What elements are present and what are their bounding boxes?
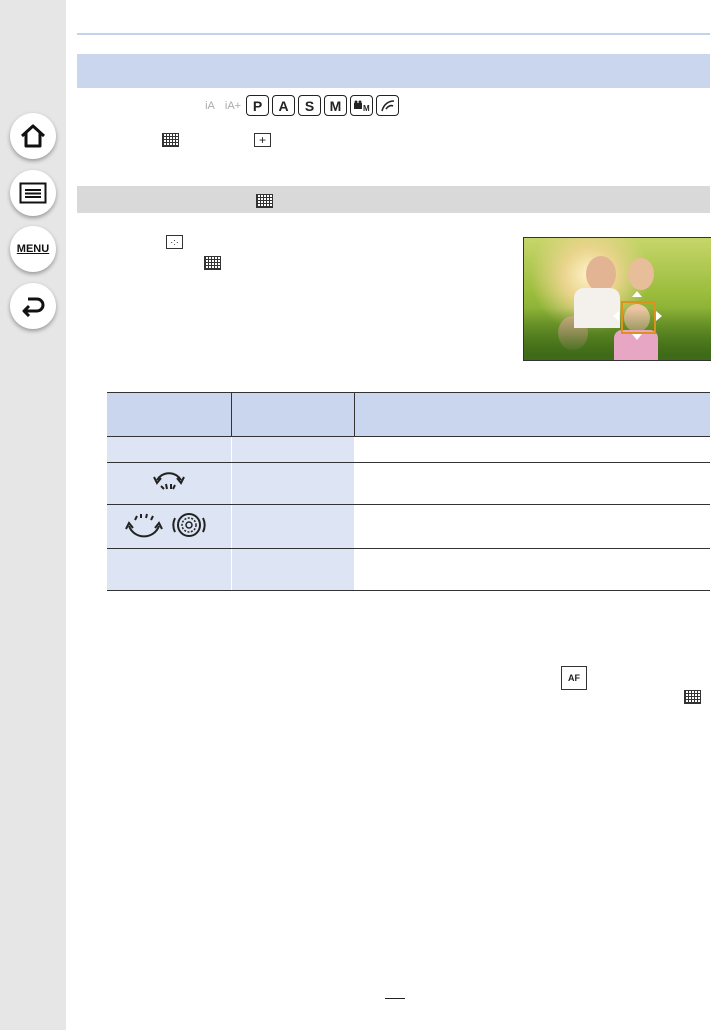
- movie-manual-icon: M: [350, 95, 373, 116]
- cursor-button-icon: ·:·: [166, 235, 183, 249]
- face: [586, 256, 616, 292]
- multi-area-af-trailing-icon: [684, 690, 701, 704]
- table-cell: [107, 548, 232, 591]
- menu-button[interactable]: MENU: [10, 226, 56, 272]
- section-multi-area-icon: [256, 194, 273, 208]
- face: [628, 258, 654, 290]
- intelligent-auto-plus-icon: iA+: [224, 99, 242, 112]
- table-cell: [231, 436, 355, 463]
- front-dial-icon: [153, 472, 185, 490]
- table-cell: [231, 504, 355, 549]
- top-rule: [77, 33, 710, 35]
- af-area-frame: [621, 301, 656, 334]
- section-bar: [77, 186, 710, 213]
- multi-area-af-icon: [162, 133, 179, 147]
- table-header-row: [107, 392, 710, 437]
- back-icon: [22, 297, 45, 317]
- table-row: [107, 548, 710, 591]
- table-cell: [107, 436, 232, 463]
- mode-icons: iA iA+ P A S M M: [200, 95, 399, 116]
- table-cell: [107, 462, 232, 505]
- arrow-right-icon: [656, 311, 662, 321]
- arrow-up-icon: [632, 291, 642, 297]
- table-cell: [107, 504, 232, 549]
- intelligent-auto-icon: iA: [205, 99, 215, 112]
- table-cell: [231, 548, 355, 591]
- back-button[interactable]: [10, 283, 56, 329]
- multi-area-af-inline-icon: [204, 256, 221, 270]
- single-area-af-icon: +: [254, 133, 271, 147]
- table-cell: [354, 548, 710, 591]
- table-header-cell: [107, 392, 232, 437]
- svg-text:M: M: [363, 104, 370, 112]
- face-detection-off-icon: AF: [561, 666, 587, 690]
- menu-label: MENU: [16, 243, 50, 255]
- list-icon: [19, 182, 47, 204]
- table-header-cell: [231, 392, 355, 437]
- table-row: [107, 504, 710, 549]
- page-number-underline: [385, 998, 405, 999]
- home-icon: [20, 124, 46, 148]
- mode-s-icon: S: [298, 95, 321, 116]
- mode-m-icon: M: [324, 95, 347, 116]
- rear-dial-icon: [125, 513, 206, 538]
- mode-a-icon: A: [272, 95, 295, 116]
- home-button[interactable]: [10, 113, 56, 159]
- table-cell: [231, 462, 355, 505]
- table-cell: [354, 504, 710, 549]
- mode-p-icon: P: [246, 95, 269, 116]
- family-photo: [523, 237, 711, 361]
- contents-button[interactable]: [10, 170, 56, 216]
- table-cell: [354, 436, 710, 463]
- table-header-cell: [354, 392, 710, 437]
- creative-control-icon: [376, 95, 399, 116]
- operation-table: [107, 392, 710, 591]
- header-bar: [77, 54, 710, 88]
- arrow-down-icon: [632, 334, 642, 340]
- table-row: [107, 462, 710, 505]
- sidebar: MENU: [0, 0, 66, 1030]
- arrow-left-icon: [613, 311, 619, 321]
- table-row: [107, 436, 710, 463]
- table-cell: [354, 462, 710, 505]
